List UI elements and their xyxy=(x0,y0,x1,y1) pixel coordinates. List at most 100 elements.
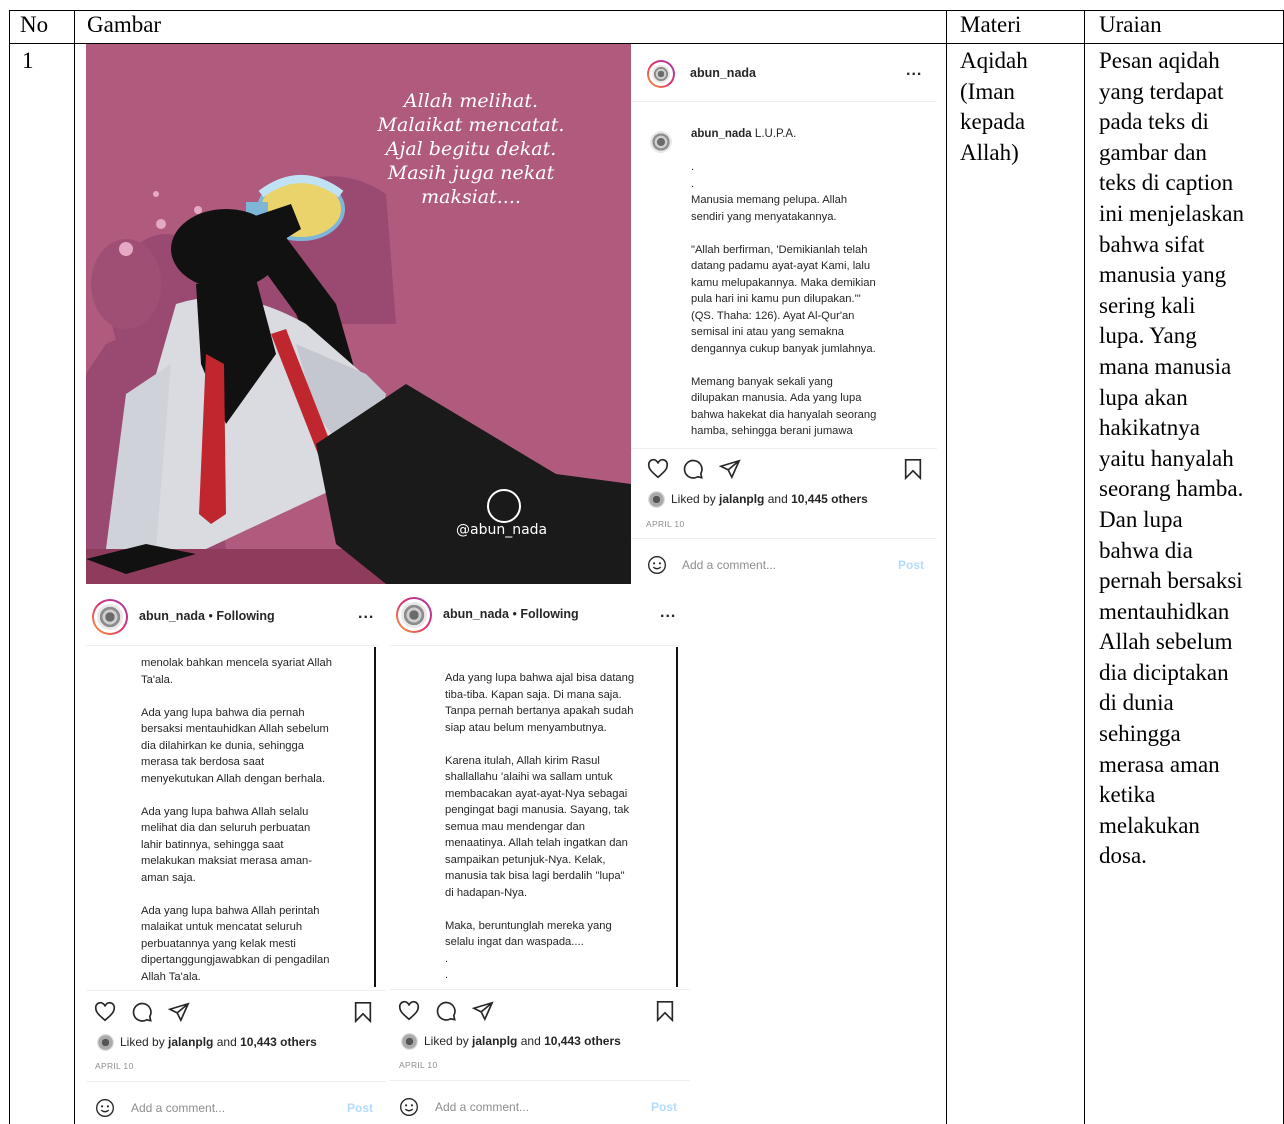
share-icon[interactable] xyxy=(471,1000,494,1027)
bookmark-icon[interactable] xyxy=(353,1001,373,1028)
post-username[interactable]: abun_nada xyxy=(690,66,756,80)
comment-input[interactable]: Add a comment... xyxy=(131,1101,225,1115)
uraian-line: merasa aman xyxy=(1099,751,1220,777)
avatar[interactable] xyxy=(396,597,432,633)
table-border-top xyxy=(9,10,1284,11)
uraian-line: Dan lupa xyxy=(1099,506,1183,532)
divider xyxy=(631,101,937,102)
uraian-line: lupa akan xyxy=(1099,384,1188,410)
more-icon[interactable]: ... xyxy=(906,62,922,80)
post-username[interactable]: abun_nada xyxy=(443,607,509,621)
divider xyxy=(631,448,937,449)
uraian-line: seorang hamba. xyxy=(1099,476,1244,502)
table-col-divider-3 xyxy=(1084,10,1085,1124)
post-comment-button[interactable]: Post xyxy=(347,1101,373,1115)
post-date[interactable]: APRIL 10 xyxy=(95,1061,133,1071)
materi-cell: Aqidah (Iman kepada Allah) xyxy=(960,46,1082,168)
post-date[interactable]: APRIL 10 xyxy=(399,1060,437,1070)
caption-username[interactable]: abun_nada xyxy=(691,128,752,140)
post-illustration: Allah melihat. Malaikat mencatat. Ajal beg… xyxy=(86,44,631,584)
uraian-line: yang terdapat xyxy=(1099,78,1224,104)
illustration-signature: @abun_nada xyxy=(456,522,548,538)
divider xyxy=(86,990,386,991)
heart-icon[interactable] xyxy=(647,458,669,485)
comment-input[interactable]: Add a comment... xyxy=(435,1100,529,1114)
comment-input[interactable]: Add a comment... xyxy=(682,558,776,572)
likes-summary[interactable]: Liked by jalanplg and 10,443 others xyxy=(120,1035,317,1049)
heart-icon[interactable] xyxy=(94,1001,116,1028)
liker-avatar[interactable] xyxy=(401,1033,418,1050)
avatar[interactable] xyxy=(647,60,675,88)
liker-avatar[interactable] xyxy=(648,491,665,508)
table-border-left xyxy=(9,10,10,1124)
divider xyxy=(631,538,937,539)
uraian-line: Allah sebelum xyxy=(1099,629,1233,655)
materi-line: Aqidah xyxy=(960,48,1028,73)
emoji-icon[interactable] xyxy=(95,1098,115,1123)
uraian-line: hakikatnya xyxy=(1099,415,1200,441)
uraian-line: ini menjelaskan xyxy=(1099,200,1244,226)
likes-summary[interactable]: Liked by jalanplg and 10,445 others xyxy=(671,492,868,506)
uraian-line: dia diciptakan xyxy=(1099,659,1229,685)
illustration-text-line: maksiat.... xyxy=(421,186,521,208)
liker-avatar[interactable] xyxy=(97,1034,114,1051)
post-username[interactable]: abun_nada xyxy=(139,609,205,623)
caption-avatar[interactable] xyxy=(647,128,675,156)
illustration-text-line: Masih juga nekat xyxy=(387,162,555,184)
uraian-line: di dunia xyxy=(1099,690,1174,716)
right-post-panel: abun_nada • Following ... Ada yang lupa … xyxy=(390,591,690,1124)
header-no: No xyxy=(20,12,49,37)
post-comment-button[interactable]: Post xyxy=(898,558,924,572)
header-uraian: Uraian xyxy=(1099,12,1162,37)
materi-line: Allah) xyxy=(960,139,1019,165)
share-icon[interactable] xyxy=(718,458,741,485)
uraian-cell: Pesan aqidah yang terdapat pada teks di gam… xyxy=(1099,46,1281,872)
post-username-row: abun_nada • Following xyxy=(139,609,275,623)
comment-icon[interactable] xyxy=(131,1001,153,1028)
uraian-line: sehingga xyxy=(1099,721,1181,747)
bookmark-icon[interactable] xyxy=(655,1000,675,1027)
following-button[interactable]: Following xyxy=(216,609,274,623)
emoji-icon[interactable] xyxy=(399,1097,419,1122)
more-icon[interactable]: ... xyxy=(358,605,374,623)
avatar[interactable] xyxy=(92,599,128,635)
header-materi: Materi xyxy=(960,12,1022,37)
divider xyxy=(86,1081,386,1082)
comment-icon[interactable] xyxy=(682,458,704,485)
uraian-line: gambar dan xyxy=(1099,139,1207,165)
header-gambar: Gambar xyxy=(87,12,162,37)
table-col-divider-1 xyxy=(74,10,75,1124)
bookmark-icon[interactable] xyxy=(903,458,923,485)
uraian-line: bahwa sifat xyxy=(1099,231,1205,257)
post-date[interactable]: APRIL 10 xyxy=(646,519,684,529)
share-icon[interactable] xyxy=(167,1001,190,1028)
divider xyxy=(390,989,690,990)
emoji-icon[interactable] xyxy=(647,555,667,580)
comment-icon[interactable] xyxy=(435,1000,457,1027)
uraian-line: mana manusia xyxy=(1099,353,1232,379)
uraian-line: Pesan aqidah xyxy=(1099,48,1220,73)
uraian-line: pernah bersaksi xyxy=(1099,568,1243,594)
table-col-divider-2 xyxy=(946,10,947,1124)
post-caption: Ada yang lupa bahwa ajal bisa datang tib… xyxy=(445,672,635,981)
heart-icon[interactable] xyxy=(398,1000,420,1027)
post-caption: . . Manusia memang pelupa. Allah sendiri… xyxy=(691,161,877,437)
caption-scrollbar[interactable] xyxy=(676,647,678,987)
likes-summary[interactable]: Liked by jalanplg and 10,443 others xyxy=(424,1034,621,1048)
uraian-line: mentauhidkan xyxy=(1099,598,1230,624)
materi-line: (Iman xyxy=(960,78,1015,104)
divider xyxy=(86,645,378,646)
more-icon[interactable]: ... xyxy=(660,604,676,622)
post-comment-button[interactable]: Post xyxy=(651,1100,677,1114)
materi-line: kepada xyxy=(960,109,1026,135)
caption-scrollbar[interactable] xyxy=(374,647,376,987)
caption-header: abun_nada L.U.P.A. xyxy=(691,128,796,140)
main-post-panel: abun_nada ... abun_nada L.U.P.A. . . Man… xyxy=(631,44,937,584)
uraian-line: dosa. xyxy=(1099,843,1147,869)
uraian-line: teks di caption xyxy=(1099,170,1234,196)
uraian-line: yaitu hanyalah xyxy=(1099,445,1234,471)
uraian-line: pada teks di xyxy=(1099,109,1209,135)
caption-title: L.U.P.A. xyxy=(754,128,797,140)
following-button[interactable]: Following xyxy=(520,607,578,621)
row-number: 1 xyxy=(22,48,34,73)
